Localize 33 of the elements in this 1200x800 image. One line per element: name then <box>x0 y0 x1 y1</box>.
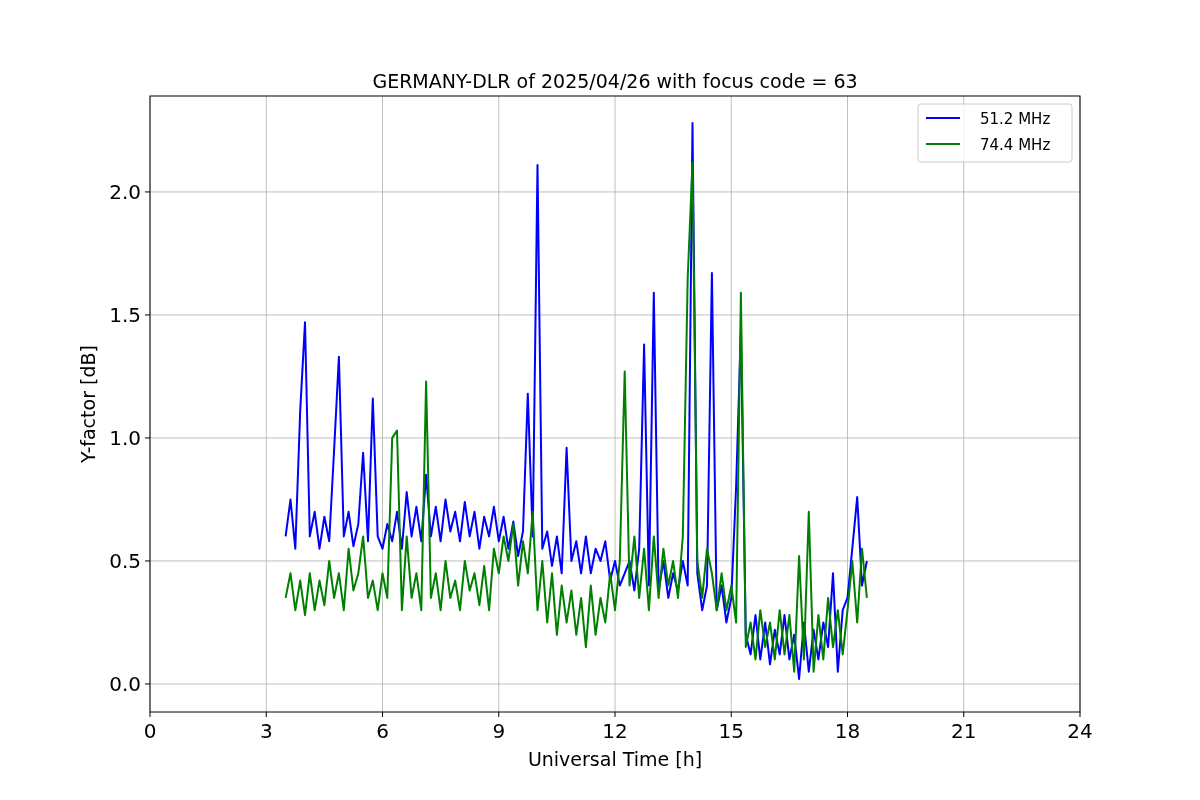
tick-mark <box>144 437 151 439</box>
legend-label: 74.4 MHz <box>980 136 1051 154</box>
y-tick-label: 2.0 <box>109 179 141 204</box>
y-tick-label: 1.0 <box>109 425 141 450</box>
x-tick-label: 3 <box>259 719 273 743</box>
x-tick-label: 12 <box>602 719 628 743</box>
tick-mark <box>265 711 267 718</box>
y-axis-label: Y-factor [dB] <box>77 345 99 463</box>
x-tick-label: 6 <box>376 719 389 743</box>
tick-mark <box>144 191 151 193</box>
x-tick-label: 24 <box>1067 719 1093 743</box>
x-tick-label: 0 <box>143 719 157 743</box>
chart-title: GERMANY-DLR of 2025/04/26 with focus code = 63 <box>372 70 858 92</box>
tick-mark <box>1079 711 1081 718</box>
tick-mark <box>847 711 848 718</box>
tick-mark <box>149 711 151 718</box>
y-tick-label: 0.5 <box>109 548 141 573</box>
x-tick-label: 18 <box>834 719 861 743</box>
x-tick-label: 21 <box>951 719 977 743</box>
x-tick-label: 9 <box>492 719 506 743</box>
tick-mark <box>498 711 500 718</box>
tick-mark <box>614 711 616 718</box>
y-tick-label: 1.5 <box>109 302 141 327</box>
tick-mark <box>730 711 732 718</box>
tick-mark <box>382 711 383 718</box>
x-axis-label: Universal Time [h] <box>527 748 703 770</box>
tick-mark <box>144 683 151 685</box>
x-tick-label: 15 <box>718 719 744 743</box>
tick-mark <box>144 314 151 316</box>
tick-mark <box>144 560 151 562</box>
legend-label: 51.2 MHz <box>980 110 1051 128</box>
y-tick-label: 0.0 <box>109 671 141 696</box>
tick-mark <box>963 711 965 718</box>
